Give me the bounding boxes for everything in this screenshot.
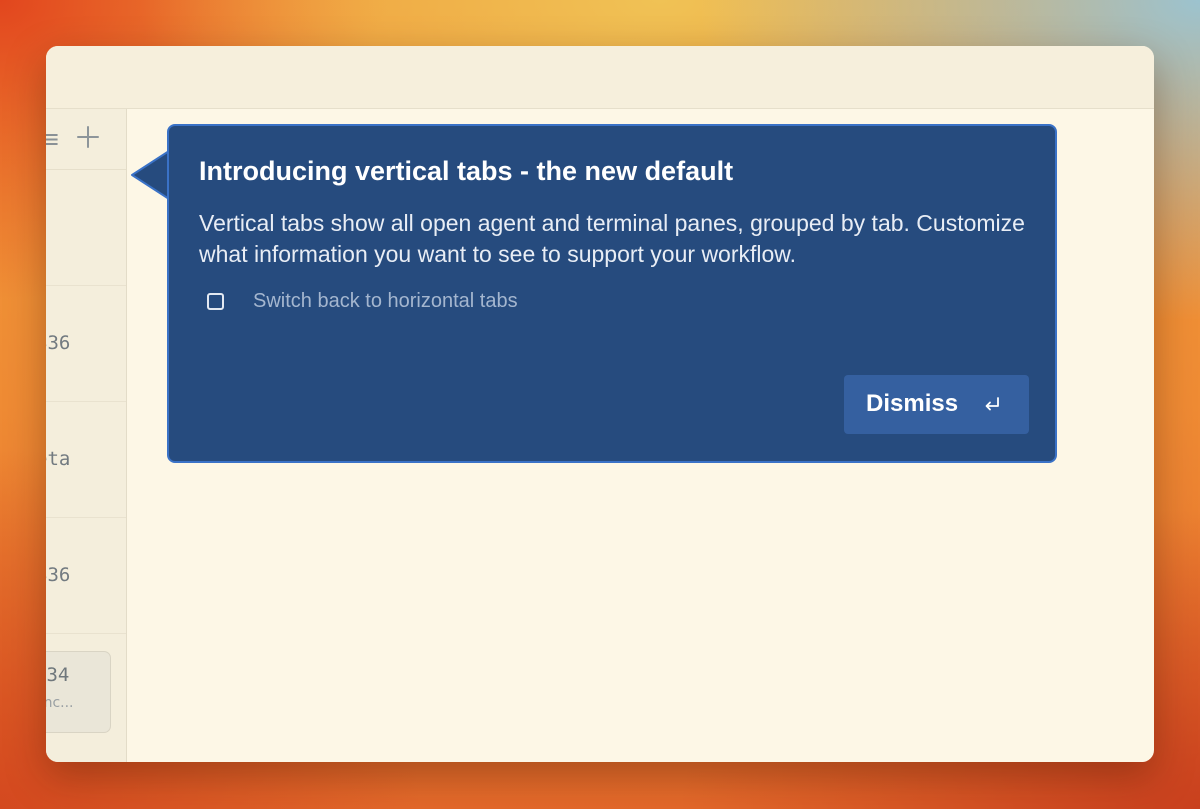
vertical-tab-label: 836: [46, 332, 71, 354]
vertical-tab-label: 836: [46, 564, 71, 586]
vertical-tabs-sidebar: ≡ 836 eta 836 534 onc...: [46, 109, 127, 762]
selected-pane-card[interactable]: 534 onc...: [46, 651, 111, 733]
pane-title: 534: [46, 664, 70, 686]
dismiss-button-label: Dismiss: [866, 390, 959, 417]
vertical-tab-entry[interactable]: [46, 170, 126, 286]
vertical-tab-label: [46, 170, 126, 285]
popover-description: Vertical tabs show all open agent and te…: [199, 210, 1025, 267]
vertical-tab-entry[interactable]: eta: [46, 402, 126, 518]
pane-subtitle: onc...: [46, 695, 74, 711]
vertical-tabs-announcement-popover: Introducing vertical tabs - the new defa…: [167, 124, 1057, 463]
checkbox-label[interactable]: Switch back to horizontal tabs: [253, 290, 518, 313]
dismiss-button[interactable]: Dismiss: [844, 375, 1029, 434]
sidebar-header: ≡: [46, 109, 126, 170]
window-titlebar: [46, 46, 1154, 109]
enter-key-icon: [985, 397, 999, 411]
popover-arrow: [131, 151, 170, 199]
popover-title: Introducing vertical tabs - the new defa…: [199, 156, 734, 186]
vertical-tab-entry[interactable]: 836: [46, 518, 126, 634]
horizontal-tabs-checkbox[interactable]: [207, 293, 224, 310]
sidebar-footer: 534 onc...: [46, 634, 126, 762]
new-tab-button[interactable]: [74, 123, 102, 151]
vertical-tab-entry[interactable]: 836: [46, 286, 126, 402]
partial-icon[interactable]: ≡: [46, 125, 60, 153]
vertical-tab-label: eta: [46, 448, 71, 470]
